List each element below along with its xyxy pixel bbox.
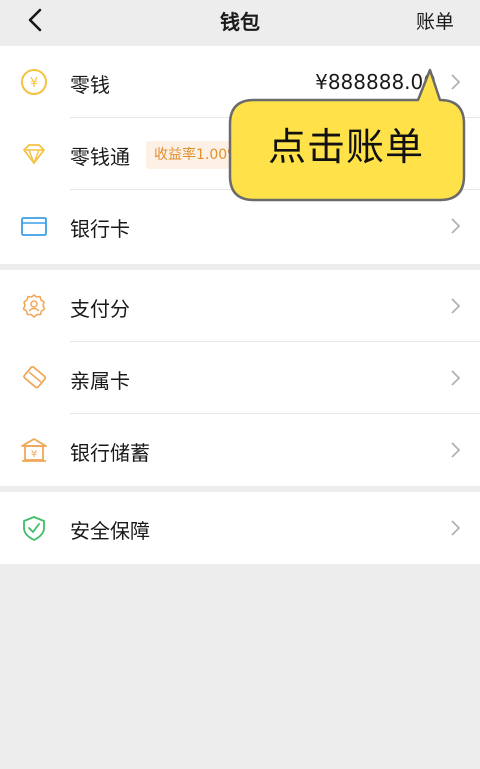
list-item-family-card[interactable]: 亲属卡 xyxy=(0,342,480,414)
wallet-group-2: 支付分 亲属卡 ¥ 银行储蓄 xyxy=(0,270,480,486)
callout-text: 点击账单 xyxy=(267,125,424,169)
chevron-right-icon xyxy=(451,442,461,458)
bill-button[interactable]: 账单 xyxy=(416,7,454,34)
list-item-pay-score[interactable]: 支付分 xyxy=(0,270,480,342)
list-item-security[interactable]: 安全保障 xyxy=(0,492,480,564)
chevron-right-icon xyxy=(451,370,461,386)
back-arrow-icon[interactable] xyxy=(22,6,50,34)
chevron-right-icon xyxy=(451,520,461,536)
chevron-right-icon xyxy=(451,298,461,314)
page-title: 钱包 xyxy=(220,10,260,34)
list-item-label: 零钱 xyxy=(70,73,110,97)
list-item-label: 银行卡 xyxy=(70,217,130,241)
list-item-label: 银行储蓄 xyxy=(70,441,150,465)
chevron-right-icon xyxy=(451,218,461,234)
yuan-coin-icon: ¥ xyxy=(21,69,47,95)
pay-score-icon xyxy=(22,294,46,318)
svg-text:¥: ¥ xyxy=(31,449,37,460)
family-card-icon xyxy=(23,366,47,389)
list-item-label: 零钱通 xyxy=(70,145,130,169)
diamond-icon xyxy=(23,144,45,165)
tutorial-callout: 点击账单 xyxy=(228,68,474,204)
bank-card-icon xyxy=(21,217,47,236)
header-bar: 钱包 账单 xyxy=(0,0,480,40)
wallet-page: 钱包 账单 ¥ 零钱 ¥888888.00 零钱通 收益率1.00% 银行卡 支… xyxy=(0,0,480,769)
list-item-bank-deposit[interactable]: ¥ 银行储蓄 xyxy=(0,414,480,486)
bank-deposit-icon: ¥ xyxy=(21,438,47,462)
list-item-label: 亲属卡 xyxy=(70,369,130,393)
svg-text:¥: ¥ xyxy=(30,76,38,91)
list-item-label: 安全保障 xyxy=(70,519,150,543)
security-shield-icon xyxy=(23,516,45,541)
list-item-label: 支付分 xyxy=(70,297,130,321)
wallet-group-3: 安全保障 xyxy=(0,492,480,564)
